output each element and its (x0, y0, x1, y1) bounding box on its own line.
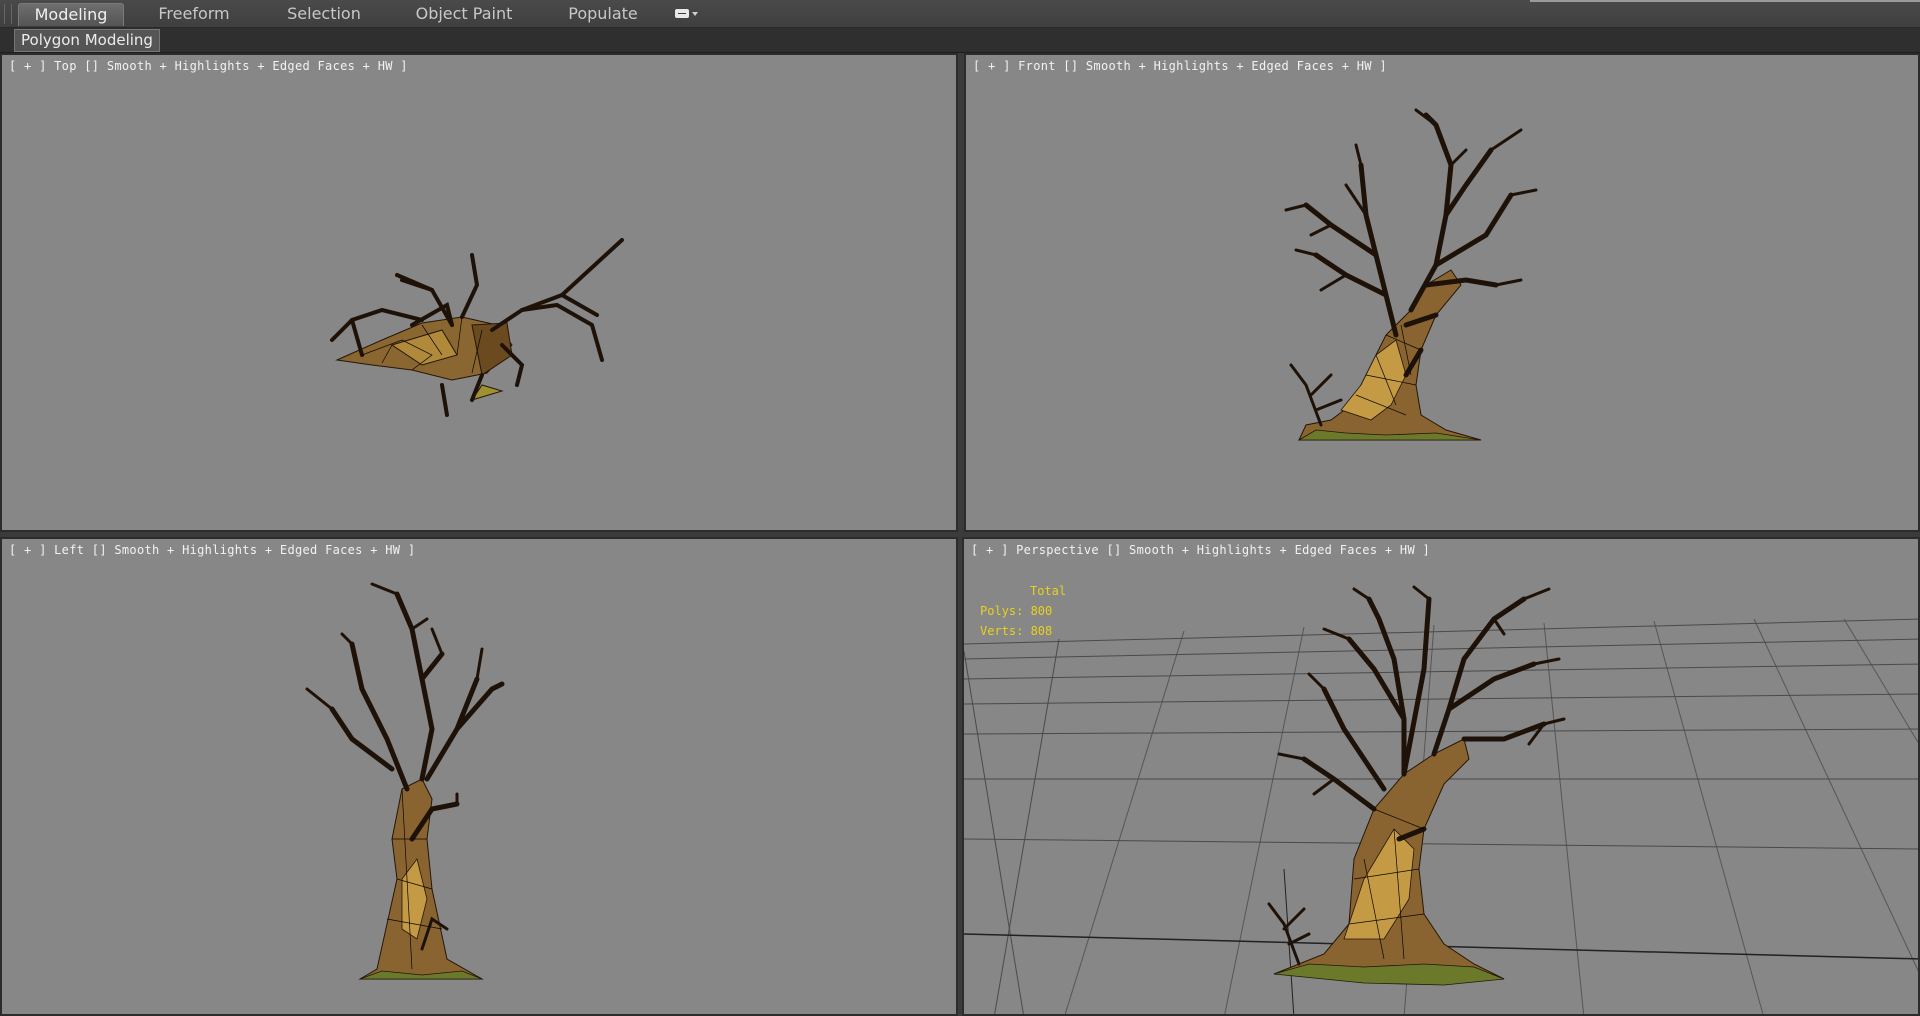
viewport-top[interactable]: [ + ] Top [] Smooth + Highlights + Edged… (0, 53, 958, 532)
perspective-scene (964, 585, 1918, 1014)
ribbon-panel-bar: Polygon Modeling (0, 28, 1920, 53)
tab-freeform[interactable]: Freeform (143, 3, 245, 25)
ribbon-options-icon[interactable] (670, 7, 700, 21)
tree-model-top-view (330, 238, 624, 417)
viewport-perspective[interactable]: [ + ] Perspective [] Smooth + Highlights… (962, 537, 1920, 1016)
ribbon-divider (1530, 0, 1920, 2)
tree-model-front-view (1284, 108, 1538, 441)
ribbon-grip[interactable] (4, 4, 12, 24)
tab-object-paint[interactable]: Object Paint (402, 3, 526, 25)
viewport-left[interactable]: [ + ] Left [] Smooth + Highlights + Edge… (0, 537, 958, 1016)
viewport-front[interactable]: [ + ] Front [] Smooth + Highlights + Edg… (964, 53, 1920, 532)
tab-selection[interactable]: Selection (273, 3, 375, 25)
tab-modeling[interactable]: Modeling (18, 3, 124, 26)
ribbon-tab-bar: Modeling Freeform Selection Object Paint… (0, 0, 1920, 28)
tree-model-left-view (305, 582, 505, 980)
polygon-modeling-button[interactable]: Polygon Modeling (14, 29, 160, 52)
tab-populate[interactable]: Populate (552, 3, 654, 25)
